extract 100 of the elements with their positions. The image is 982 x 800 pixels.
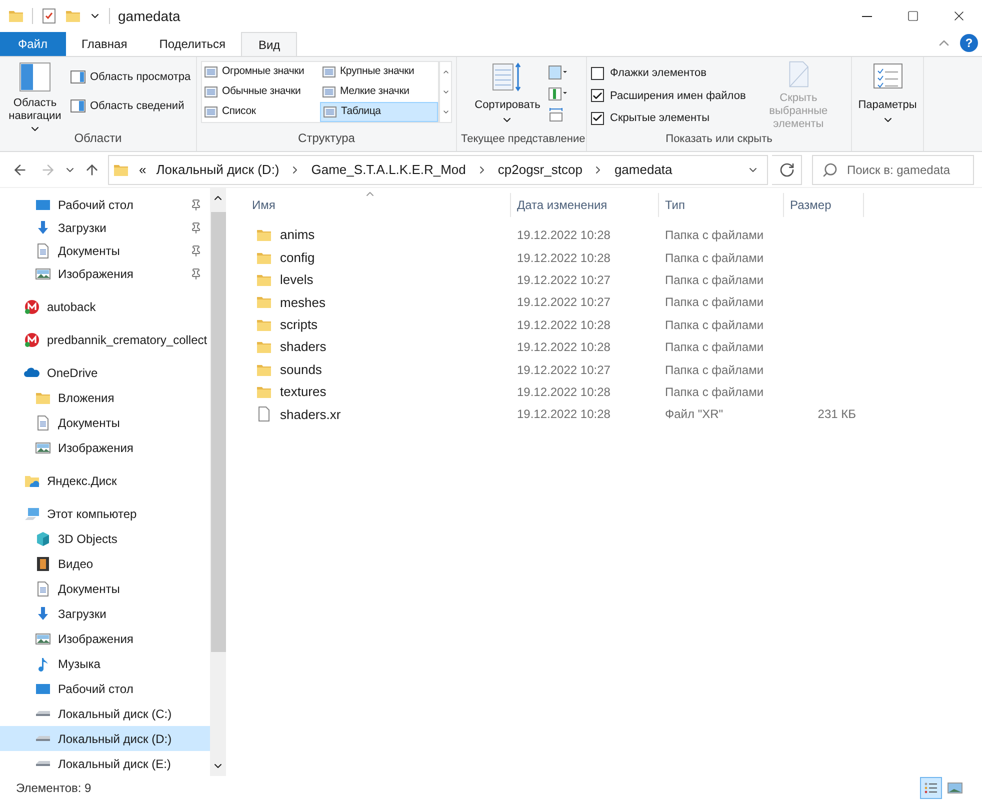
m-logo-icon [24,298,40,314]
pin-icon[interactable] [190,268,202,280]
group-by-icon[interactable] [548,65,568,81]
checkbox-label: Расширения имен файлов [610,88,746,104]
file-row[interactable]: scripts 19.12.2022 10:28 Папка с файлами [246,314,982,336]
ribbon-tab[interactable]: Поделиться [143,32,242,56]
view-icon [323,105,337,119]
document-icon [35,243,51,260]
file-name: levels [280,271,314,290]
checkmark-document-icon[interactable] [41,8,57,24]
options-button[interactable]: Параметры [858,57,917,126]
nav-item[interactable]: Загрузки [0,601,210,626]
navigation-pane-button[interactable]: Область навигации [4,61,66,135]
details-pane-button[interactable]: Область сведений [70,98,191,114]
down-arrow-icon [35,606,51,622]
sort-button[interactable]: Сортировать [474,61,540,130]
back-icon[interactable] [12,162,28,178]
nav-item[interactable]: Яндекс.Диск [0,468,210,493]
scroll-down-icon [442,88,450,96]
file-row[interactable]: anims 19.12.2022 10:28 Папка с файлами [246,224,982,246]
refresh-icon [778,162,794,178]
view-icon [322,85,336,99]
checkbox[interactable] [591,89,604,102]
nav-item[interactable]: Локальный диск (D:) [0,726,210,751]
date-cell-text: 19.12.2022 10:28 [516,406,612,424]
nav-item[interactable]: Документы [0,410,210,435]
group-label: Структура [297,130,356,147]
breadcrumb[interactable]: cp2ogsr_stcop [498,160,582,180]
nav-item[interactable]: Локальный диск (E:) [0,751,210,776]
date-cell-text: 19.12.2022 10:28 [516,250,612,267]
column-header[interactable]: Тип [659,193,784,217]
help-icon[interactable]: ? [960,34,978,52]
pin-icon[interactable] [190,222,202,234]
ribbon-tab[interactable]: Главная [66,32,144,56]
nav-item[interactable]: Видео [0,551,210,576]
layout-option[interactable]: Список [202,102,320,122]
file-row[interactable]: shaders 19.12.2022 10:28 Папка с файлами [246,336,982,358]
layout-option[interactable]: Огромные значки [202,62,320,82]
drive-icon [35,735,51,742]
preview-pane-button[interactable]: Область просмотра [70,69,191,86]
column-header[interactable]: Дата изменения [511,193,659,217]
ribbon-tab[interactable]: Файл [0,32,66,56]
columns-icon[interactable] [548,86,568,102]
group-label: Области [73,130,123,147]
file-row[interactable]: shaders.xr 19.12.2022 10:28 Файл "XR" 231 КБ [246,403,982,426]
scrollbar[interactable] [210,188,226,776]
type-cell-text: Папка с файлами [664,250,765,267]
navigation-pane-icon [19,61,51,93]
breadcrumb[interactable]: « [139,160,146,180]
up-icon[interactable] [84,162,100,178]
item-count: Элементов: 9 [16,780,92,797]
breadcrumb[interactable]: Game_S.T.A.L.K.E.R_Mod [311,160,466,180]
nav-item[interactable]: Документы [0,240,210,263]
nav-item[interactable]: predbannik_crematory_collect [0,327,210,352]
column-header[interactable]: Имя [246,193,511,217]
nav-item[interactable]: autoback [0,294,210,319]
address-bar[interactable]: « Локальный диск (D:) Game_S.T.A.L.K.E.R_Mod cp2ogsr_stcop gamedata [108,154,768,184]
nav-item[interactable]: Этот компьютер [0,501,210,526]
date-cell-text: 19.12.2022 10:28 [516,227,612,244]
file-name: shaders.xr [280,406,341,424]
details-view-button[interactable] [920,777,942,799]
nav-item[interactable]: Загрузки [0,216,210,240]
type-cell-text: Папка с файлами [664,362,765,379]
folder-icon [256,339,272,356]
nav-item[interactable]: OneDrive [0,360,210,385]
file-row[interactable]: textures 19.12.2022 10:28 Папка с файлами [246,380,982,404]
file-row[interactable]: sounds 19.12.2022 10:27 Папка с файлами [246,358,982,381]
file-row[interactable]: config 19.12.2022 10:28 Папка с файлами [246,246,982,269]
layout-option[interactable]: Таблица [320,102,438,122]
refresh-button[interactable] [772,154,802,184]
layout-option[interactable]: Мелкие значки [320,82,438,102]
nav-item[interactable]: 3D Objects [0,526,210,551]
nav-item[interactable]: Локальный диск (C:) [0,701,210,726]
pin-icon[interactable] [190,245,202,258]
breadcrumb[interactable]: gamedata [614,160,672,180]
drive-icon [35,710,51,717]
nav-item[interactable]: Рабочий стол [0,193,210,216]
checkbox[interactable] [591,112,604,125]
nav-item[interactable]: Рабочий стол [0,676,210,701]
nav-item[interactable]: Изображения [0,435,210,460]
layout-option[interactable]: Обычные значки [202,82,320,102]
nav-item[interactable]: Вложения [0,385,210,410]
pin-icon[interactable] [190,198,202,211]
ribbon-tab[interactable]: Вид [241,32,298,56]
layout-option[interactable]: Крупные значки [320,62,438,82]
nav-item[interactable]: Изображения [0,262,210,286]
nav-item[interactable]: Изображения [0,626,210,651]
view-icon [322,65,336,79]
column-header[interactable]: Размер [784,193,864,217]
folder-icon [65,8,81,24]
file-row[interactable]: levels 19.12.2022 10:27 Папка с файлами [246,268,982,292]
nav-item[interactable]: Музыка [0,651,210,676]
nav-item[interactable]: Документы [0,576,210,601]
search-field[interactable]: Поиск в: gamedata [812,154,974,184]
folder-icon [8,8,24,24]
checkbox[interactable] [591,66,604,80]
breadcrumb[interactable]: Локальный диск (D:) [156,160,280,180]
file-row[interactable]: meshes 19.12.2022 10:27 Папка с файлами [246,291,982,314]
type-cell-text: Папка с файлами [664,227,765,244]
scroll-thumb[interactable] [210,212,226,652]
